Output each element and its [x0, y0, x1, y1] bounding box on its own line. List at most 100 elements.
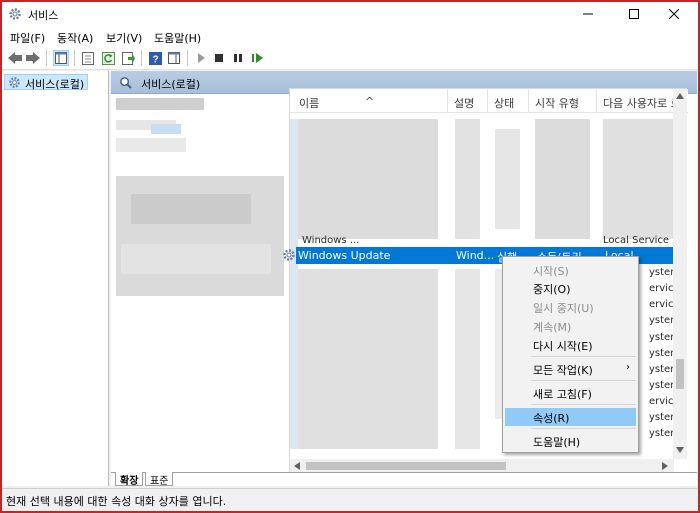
column-divider[interactable]: [596, 89, 597, 113]
column-logon-as[interactable]: 다음 사용자로 로: [603, 95, 681, 111]
toolbar: ?: [2, 46, 698, 70]
show-hide-console-tree-button[interactable]: [53, 50, 69, 66]
vertical-scrollbar[interactable]: [673, 89, 687, 459]
menu-item-stop[interactable]: 중지(O): [505, 279, 636, 297]
redacted-rows: [495, 129, 520, 229]
redacted-block: [131, 194, 251, 224]
tree-item-services-local[interactable]: 서비스(로컬): [4, 74, 89, 91]
menu-separator: [531, 404, 636, 405]
redacted-block: [151, 124, 181, 134]
menu-item-start[interactable]: 시작(S): [505, 261, 636, 279]
properties-toolbar-button[interactable]: [80, 50, 96, 66]
restart-service-button[interactable]: [249, 50, 265, 66]
refresh-icon: [101, 51, 115, 65]
back-arrow-icon: [8, 52, 22, 64]
stop-icon: [215, 54, 223, 62]
play-icon: [198, 53, 205, 63]
menu-item-resume[interactable]: 계속(M): [505, 317, 636, 335]
refresh-button[interactable]: [100, 50, 116, 66]
properties-sheet-icon: [82, 51, 94, 65]
status-bar: 현재 선택 내용에 대한 속성 대화 상자를 엽니다.: [2, 488, 698, 511]
redacted-rows: [298, 269, 438, 449]
submenu-arrow-icon: ›: [626, 362, 630, 373]
sort-ascending-icon: ^: [365, 95, 375, 108]
tab-standard[interactable]: 표준: [145, 472, 174, 487]
column-startup-type[interactable]: 시작 유형: [535, 95, 579, 111]
column-name[interactable]: 이름: [299, 95, 319, 111]
export-list-icon: [121, 51, 135, 65]
scroll-down-icon: [676, 447, 684, 453]
menu-item-restart[interactable]: 다시 시작(E): [505, 336, 636, 354]
menu-file[interactable]: 파일(F): [10, 30, 45, 46]
console-tree: 서비스(로컬): [2, 71, 109, 486]
menu-item-properties[interactable]: 속성(R): [505, 408, 636, 426]
show-hide-action-pane-button[interactable]: [166, 50, 182, 66]
redacted-rows: [603, 119, 673, 239]
maximize-button[interactable]: [614, 2, 654, 26]
scroll-right-icon: [662, 462, 668, 470]
forward-button[interactable]: [25, 50, 41, 66]
gear-icon: [9, 77, 20, 88]
help-icon: ?: [148, 51, 162, 65]
export-list-button[interactable]: [120, 50, 136, 66]
redacted-block: [121, 244, 271, 274]
menu-action[interactable]: 동작(A): [57, 30, 93, 46]
magnifier-gear-icon: [120, 77, 132, 89]
partial-row-logon: Local Service: [603, 235, 670, 246]
column-status[interactable]: 상태: [494, 95, 514, 111]
tab-extended[interactable]: 확장: [115, 472, 144, 487]
pane-header-title: 서비스(로컬): [141, 78, 201, 91]
toolbar-separator: [74, 50, 75, 66]
title-bar: 서비스: [2, 2, 698, 26]
menu-item-all-tasks-label: 모든 작업(K): [533, 364, 593, 377]
screenshot-frame: 서비스 파일(F) 동작(A) 보기(V) 도움말(H) ? 서비스(로컬) 서…: [0, 0, 700, 513]
menu-item-pause[interactable]: 일시 중지(U): [505, 298, 636, 316]
stop-service-button[interactable]: [211, 50, 227, 66]
minimize-button[interactable]: [568, 2, 608, 26]
redacted-rows: [298, 119, 438, 239]
redacted-rows: [455, 119, 480, 239]
gear-icon: [283, 249, 295, 261]
close-icon: [669, 9, 679, 19]
menu-bar: 파일(F) 동작(A) 보기(V) 도움말(H): [2, 26, 698, 46]
menu-help[interactable]: 도움말(H): [154, 30, 201, 46]
partial-row-name: Windows ...: [302, 235, 360, 246]
pause-icon: [234, 54, 242, 62]
column-divider[interactable]: [528, 89, 529, 113]
redacted-block: [116, 98, 204, 110]
service-description: Wind...: [456, 249, 495, 262]
menu-item-help[interactable]: 도움말(H): [505, 432, 636, 450]
redacted-icons: [290, 119, 298, 449]
toolbar-separator: [46, 50, 47, 66]
start-service-button[interactable]: [193, 50, 209, 66]
forward-arrow-icon: [26, 52, 40, 64]
help-button[interactable]: ?: [147, 50, 163, 66]
close-button[interactable]: [654, 2, 694, 26]
pause-service-button[interactable]: [230, 50, 246, 66]
horizontal-scrollbar[interactable]: [290, 459, 674, 473]
menu-item-all-tasks[interactable]: 모든 작업(K) ›: [505, 360, 636, 378]
redacted-block: [116, 138, 186, 152]
svg-text:?: ?: [152, 54, 158, 65]
column-divider[interactable]: [487, 89, 488, 113]
column-header-row: ^ 이름 설명 상태 시작 유형 다음 사용자로 로: [290, 89, 688, 113]
restart-icon: [252, 53, 263, 63]
column-divider[interactable]: [447, 89, 448, 113]
toolbar-separator: [141, 50, 142, 66]
horizontal-scroll-thumb[interactable]: [306, 462, 506, 470]
status-text: 현재 선택 내용에 대한 속성 대화 상자를 엽니다.: [6, 495, 227, 508]
gear-icon: [9, 8, 21, 20]
console-tree-icon: [55, 52, 67, 64]
window-title: 서비스: [28, 9, 59, 22]
menu-separator: [531, 380, 636, 381]
menu-item-refresh[interactable]: 새로 고침(F): [505, 384, 636, 402]
action-pane-icon: [168, 52, 180, 64]
vertical-scroll-thumb[interactable]: [676, 359, 684, 389]
column-description[interactable]: 설명: [454, 95, 474, 111]
service-description-panel: [111, 94, 291, 464]
service-name: Windows Update: [298, 249, 391, 262]
toolbar-separator: [187, 50, 188, 66]
minimize-icon: [583, 13, 593, 15]
back-button[interactable]: [7, 50, 23, 66]
menu-view[interactable]: 보기(V): [106, 30, 142, 46]
